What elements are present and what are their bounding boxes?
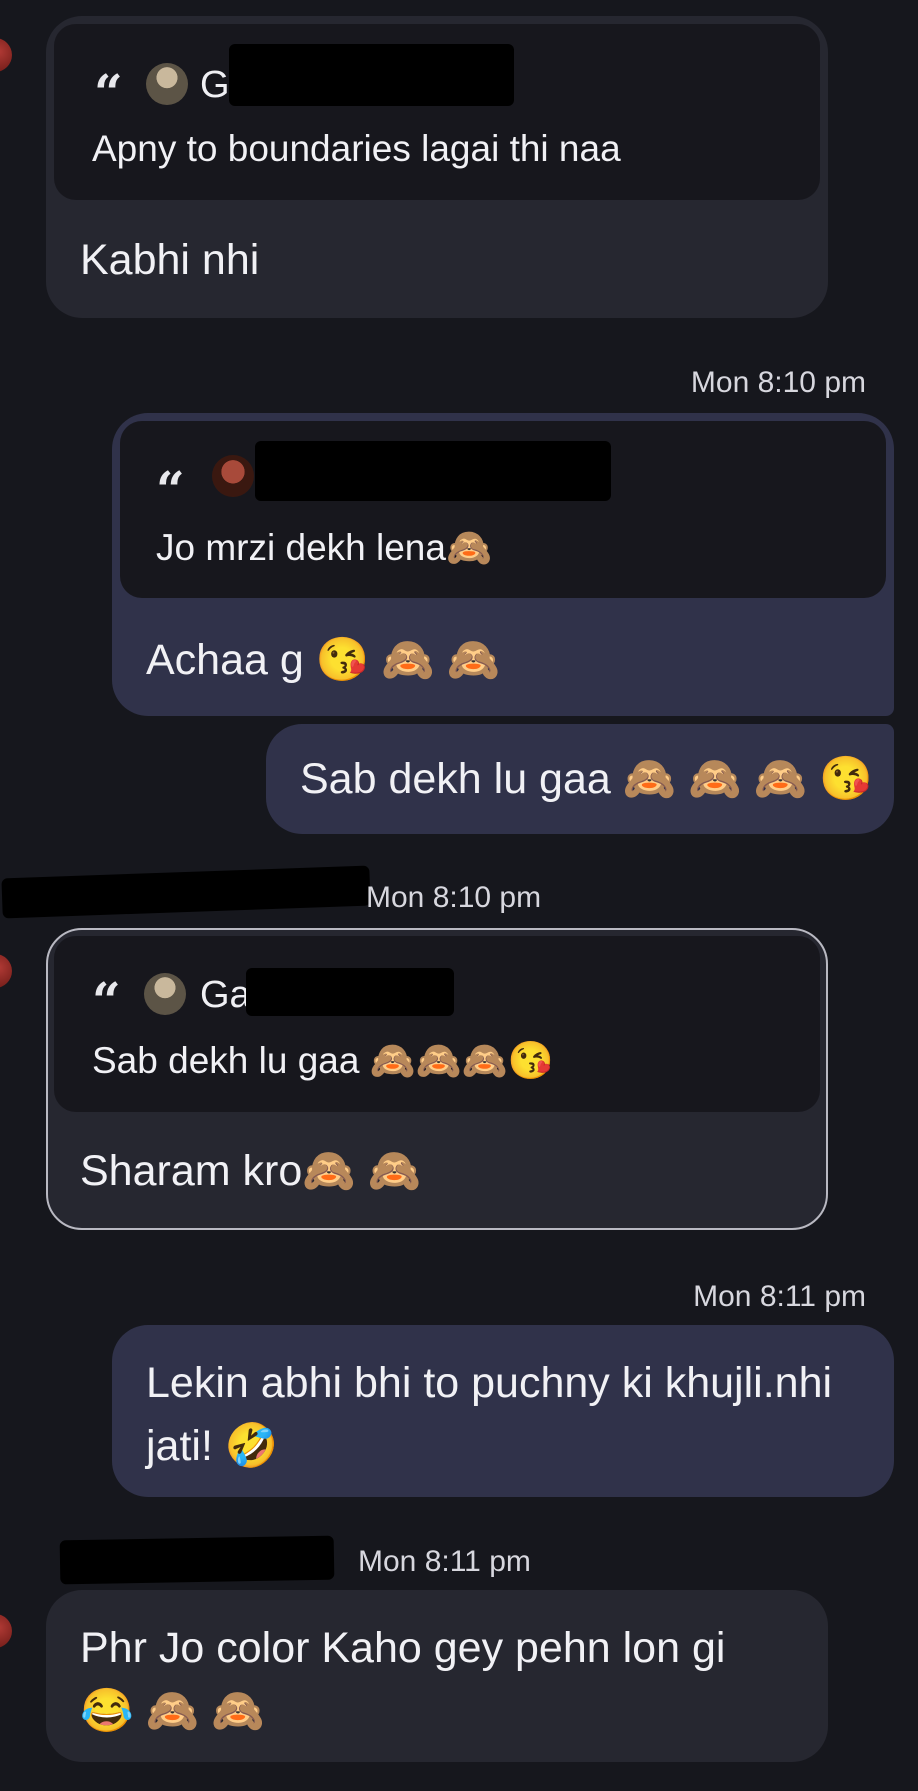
quote-icon: “ [92,971,121,1030]
sender-avatar[interactable] [0,38,12,72]
message-timestamp: Mon 8:11 pm [693,1280,866,1313]
sender-avatar[interactable] [0,954,12,988]
message-timestamp: Mon 8:10 pm [690,366,866,399]
quoted-author-avatar [212,455,254,497]
message-text: Kabhi nhi [80,236,260,284]
message-text-line-2: jati! 🤣 [146,1422,279,1470]
redaction-mark [246,968,454,1016]
message-text: Sharam kro🙈 🙈 [80,1147,422,1195]
quoted-message-text: Sab dekh lu gaa 🙈🙈🙈😘 [92,1040,554,1081]
quote-icon: “ [156,460,185,519]
incoming-message-bubble-selected[interactable]: “ Ga Sab dekh lu gaa 🙈🙈🙈😘 Sharam kro🙈 🙈 [46,928,828,1230]
message-text-line-1: Lekin abhi bhi to puchny ki khujli.nhi [146,1359,833,1407]
quoted-message[interactable]: “ Jo mrzi dekh lena🙈 [120,421,886,598]
redaction-mark [255,441,611,501]
quoted-author-name: G [200,64,230,106]
outgoing-message-bubble[interactable]: Lekin abhi bhi to puchny ki khujli.nhi j… [112,1325,894,1497]
quote-icon: “ [94,63,123,122]
sender-avatar[interactable] [0,1614,12,1648]
message-text: Sab dekh lu gaa 🙈 🙈 🙈 😘 [300,755,873,803]
quoted-message-text: Apny to boundaries lagai thi naa [92,128,621,169]
quoted-message-text: Jo mrzi dekh lena🙈 [156,527,493,568]
quoted-author-avatar [144,973,186,1015]
message-text-line-1: Phr Jo color Kaho gey pehn lon gi [80,1624,726,1672]
quoted-message[interactable]: “ Ga Sab dekh lu gaa 🙈🙈🙈😘 [54,936,820,1112]
redacted-sender-name [59,1535,335,1585]
quoted-author-name: Ga [200,974,251,1016]
incoming-message-bubble[interactable]: Phr Jo color Kaho gey pehn lon gi 😂 🙈 🙈 [46,1590,828,1762]
outgoing-message-bubble[interactable]: “ Jo mrzi dekh lena🙈 Achaa g 😘 🙈 🙈 [112,413,894,716]
message-timestamp: Mon 8:11 pm [358,1545,531,1578]
redacted-sender-name [1,865,371,919]
message-text: Achaa g 😘 🙈 🙈 [146,636,501,684]
message-text-line-2: 😂 🙈 🙈 [80,1687,265,1735]
incoming-message-bubble[interactable]: “ G Apny to boundaries lagai thi naa Kab… [46,16,828,318]
quoted-message[interactable]: “ G Apny to boundaries lagai thi naa [54,24,820,200]
outgoing-message-bubble[interactable]: Sab dekh lu gaa 🙈 🙈 🙈 😘 [266,724,894,834]
quoted-author-avatar [146,63,188,105]
redaction-mark [229,44,514,106]
message-timestamp: Mon 8:10 pm [366,881,542,914]
